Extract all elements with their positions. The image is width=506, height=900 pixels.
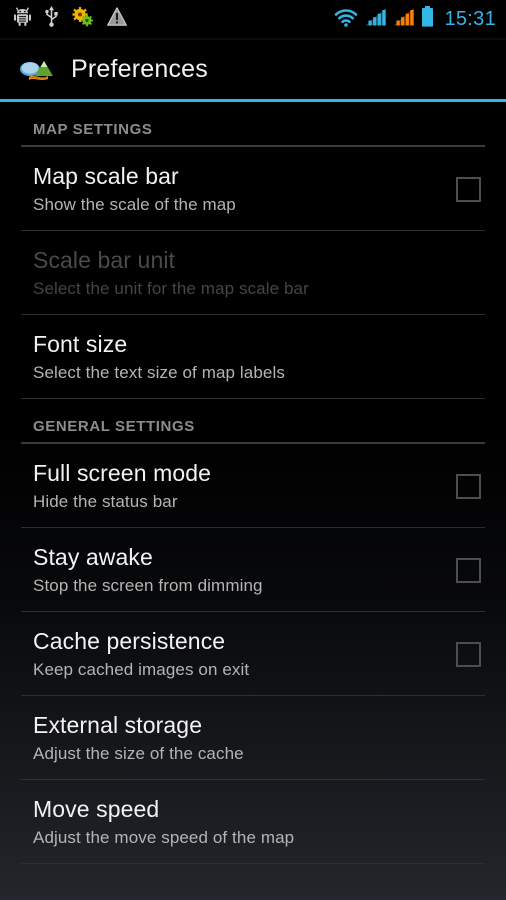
preference-title: Font size: [33, 331, 128, 357]
preference-row-text: Full screen mode Hide the status bar: [0, 460, 430, 512]
signal-sim1-icon: [365, 7, 387, 31]
preference-row-text: Map scale bar Show the scale of the map: [0, 163, 430, 215]
preference-row-text: Scale bar unit Select the unit for the ma…: [0, 247, 430, 299]
preference-row[interactable]: Cache persistence Keep cached images on e…: [0, 612, 506, 695]
usb-icon: [44, 6, 59, 32]
preference-row[interactable]: Full screen mode Hide the status bar: [0, 444, 506, 527]
preference-row-text: Cache persistence Keep cached images on e…: [0, 628, 430, 680]
preference-title: Full screen mode: [33, 460, 212, 486]
preference-row-text: External storage Adjust the size of the c…: [0, 712, 430, 764]
page-title: Preferences: [71, 55, 208, 83]
preference-summary: Select the text size of map labels: [33, 363, 285, 382]
status-bar: 15:31: [0, 0, 506, 38]
preference-list: MAP SETTINGS Map scale bar Show the scale …: [0, 102, 506, 864]
preference-title: Scale bar unit: [33, 247, 176, 273]
status-bar-right-icons: 15:31: [333, 6, 496, 32]
android-debug-icon: [14, 7, 31, 31]
row-divider: [21, 863, 485, 864]
preference-summary: Adjust the size of the cache: [33, 744, 244, 763]
wifi-icon: [333, 7, 359, 32]
preference-summary: Stop the screen from dimming: [33, 576, 263, 595]
preference-row-text: Font size Select the text size of map lab…: [0, 331, 430, 383]
section-header: MAP SETTINGS: [33, 121, 153, 138]
preference-widget-slot: [430, 176, 506, 202]
status-bar-clock: 15:31: [444, 8, 496, 30]
preference-widget-slot: [430, 641, 506, 667]
signal-sim2-icon: [393, 7, 415, 31]
preference-summary: Hide the status bar: [33, 492, 178, 511]
preference-widget-slot: [430, 557, 506, 583]
preference-title: Stay awake: [33, 544, 153, 570]
warning-triangle-icon: [107, 7, 127, 31]
preference-row[interactable]: External storage Adjust the size of the c…: [0, 696, 506, 779]
preference-summary: Select the unit for the map scale bar: [33, 279, 309, 298]
preference-summary: Adjust the move speed of the map: [33, 828, 295, 847]
preference-row-text: Stay awake Stop the screen from dimming: [0, 544, 430, 596]
preference-summary: Show the scale of the map: [33, 195, 236, 214]
sync-gears-icon: [72, 6, 94, 32]
preference-row-text: Move speed Adjust the move speed of the m…: [0, 796, 430, 848]
preference-row[interactable]: Map scale bar Show the scale of the map: [0, 147, 506, 230]
action-bar[interactable]: Preferences: [0, 40, 506, 99]
preference-summary: Keep cached images on exit: [33, 660, 250, 679]
checkbox[interactable]: [455, 473, 481, 499]
checkbox[interactable]: [455, 641, 481, 667]
preference-row[interactable]: Stay awake Stop the screen from dimming: [0, 528, 506, 611]
preference-row[interactable]: Move speed Adjust the move speed of the m…: [0, 780, 506, 863]
section-header: GENERAL SETTINGS: [33, 418, 195, 435]
preference-title: Cache persistence: [33, 628, 226, 654]
preference-widget-slot: [430, 473, 506, 499]
preferences-screen: 15:31 Preferences MAP SETTINGS Map scale …: [0, 0, 506, 900]
preference-row: Scale bar unit Select the unit for the ma…: [0, 231, 506, 314]
battery-icon: [421, 6, 434, 32]
map-app-icon: [18, 55, 54, 85]
preference-row[interactable]: Font size Select the text size of map lab…: [0, 315, 506, 398]
preference-title: Map scale bar: [33, 163, 179, 189]
checkbox[interactable]: [455, 557, 481, 583]
status-bar-left-icons: [14, 6, 127, 32]
checkbox[interactable]: [455, 176, 481, 202]
preference-title: External storage: [33, 712, 203, 738]
preference-title: Move speed: [33, 796, 160, 822]
